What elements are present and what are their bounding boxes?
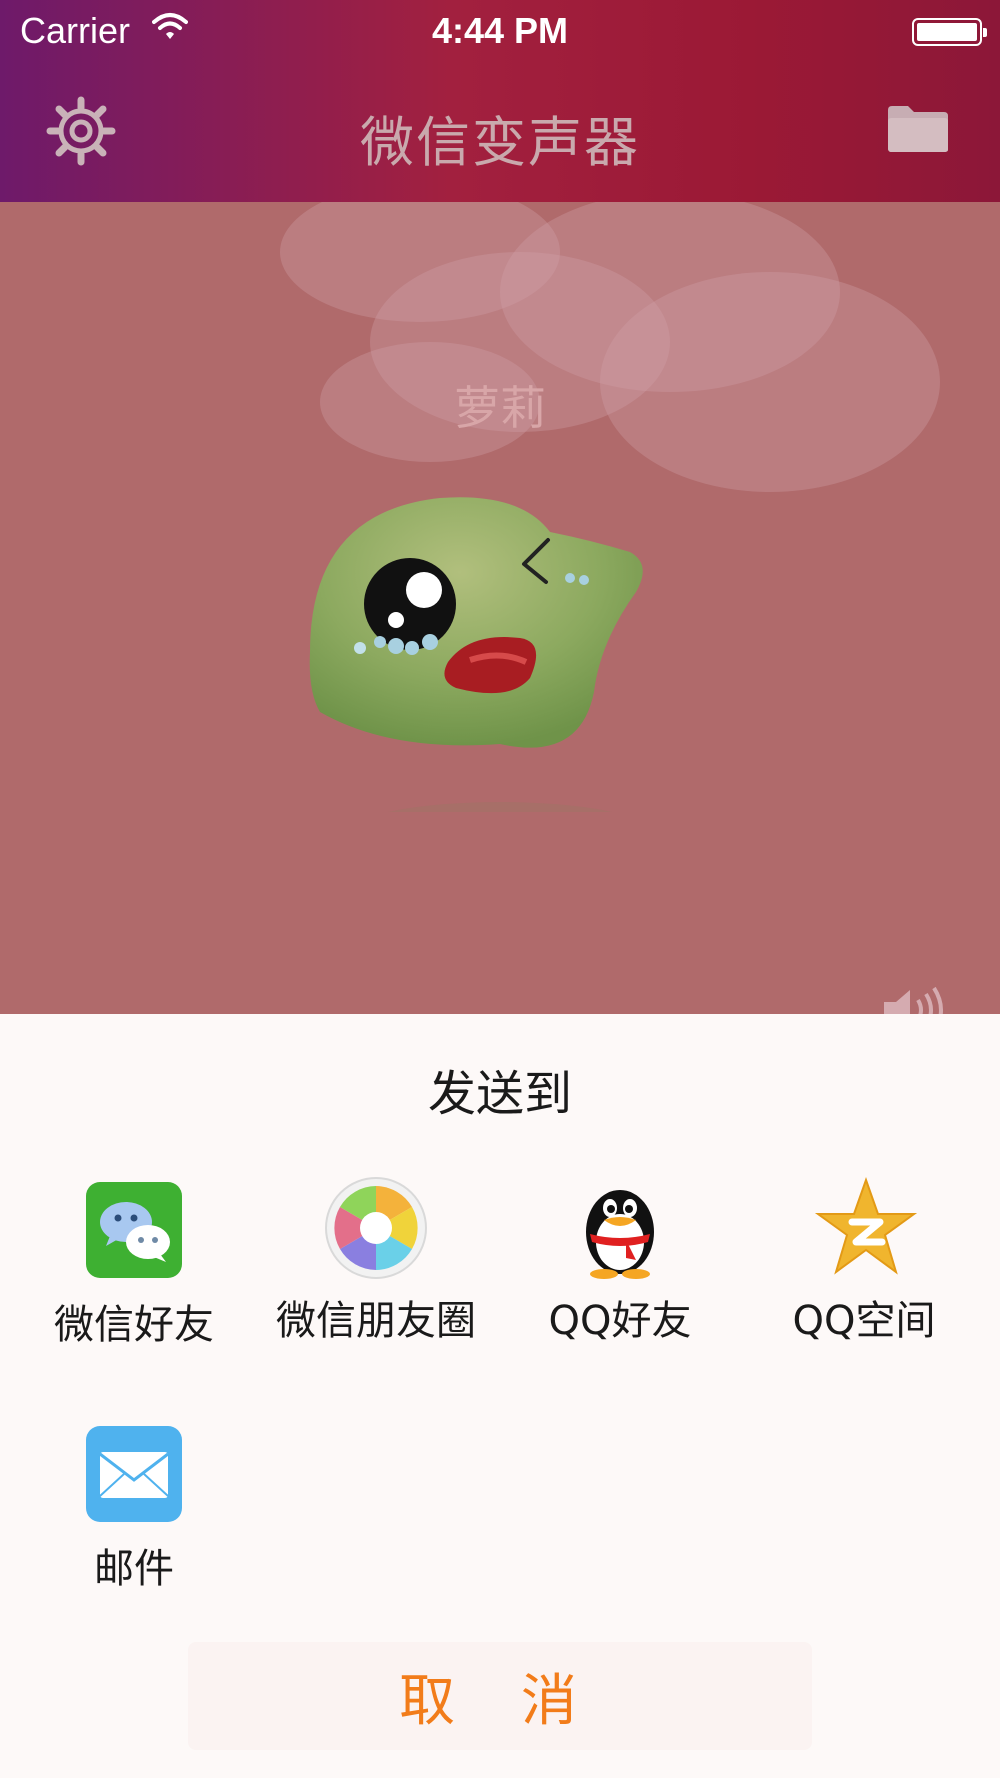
share-wechat-moments[interactable]: 微信朋友圈 <box>276 1176 476 1346</box>
page-title: 微信变声器 <box>360 111 640 174</box>
share-label: QQ空间 <box>792 1298 936 1344</box>
battery-icon <box>912 18 987 46</box>
share-qq-friend[interactable]: QQ好友 <box>520 1176 720 1346</box>
share-label: 邮件 <box>94 1546 174 1592</box>
qzone-star-icon <box>814 1176 918 1280</box>
qq-penguin-icon <box>570 1176 670 1280</box>
cancel-button[interactable]: 取 消 <box>188 1642 812 1750</box>
share-qzone[interactable]: QQ空间 <box>764 1176 964 1346</box>
crying-character[interactable] <box>300 492 700 812</box>
share-label: 微信朋友圈 <box>276 1298 476 1344</box>
wechat-icon <box>84 1180 184 1280</box>
share-wechat-friend[interactable]: 微信好友 <box>34 1180 234 1350</box>
voice-stage: 萝莉 <box>0 202 1000 1014</box>
mail-icon <box>84 1424 184 1524</box>
voice-name: 萝莉 <box>454 381 546 435</box>
share-label: QQ好友 <box>548 1298 692 1344</box>
share-sheet-title: 发送到 <box>427 1066 572 1122</box>
header: Carrier 4:44 PM 微信变声器 <box>0 0 1000 202</box>
folder-icon[interactable] <box>886 104 950 154</box>
status-bar: Carrier 4:44 PM <box>0 0 1000 68</box>
share-label: 微信好友 <box>54 1302 214 1348</box>
moments-icon <box>324 1176 428 1280</box>
app-screen: Carrier 4:44 PM 微信变声器 萝莉 发送到 微信好友 微信朋友圈 … <box>0 0 1000 1778</box>
status-time: 4:44 PM <box>431 10 569 51</box>
speaker-icon[interactable] <box>880 980 950 1014</box>
share-mail[interactable]: 邮件 <box>34 1424 234 1594</box>
